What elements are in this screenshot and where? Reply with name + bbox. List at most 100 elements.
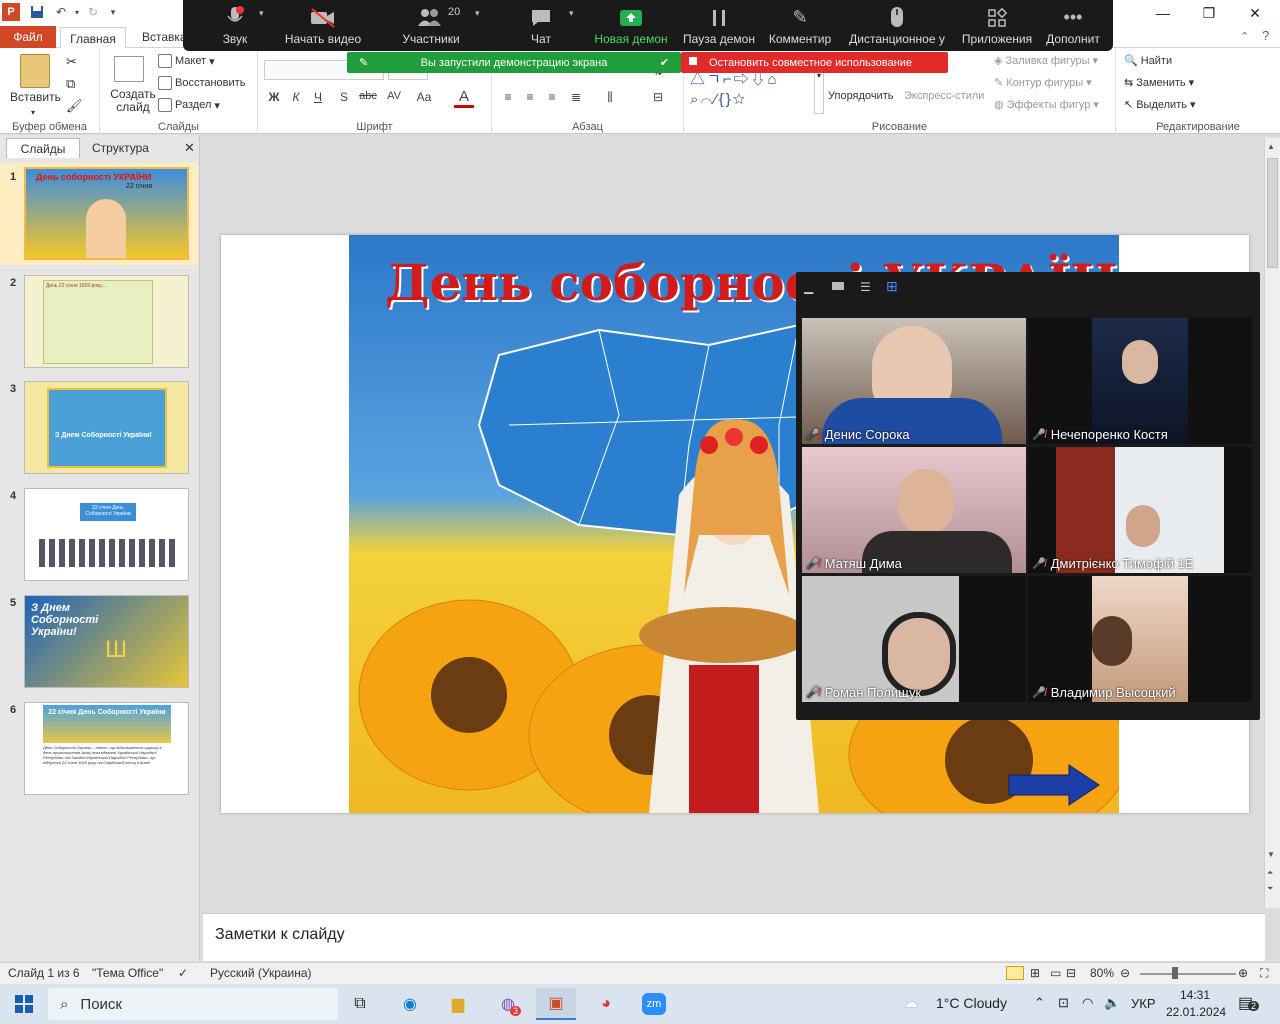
chat-options-icon[interactable]: ▾ [569, 8, 574, 19]
participant-tile[interactable]: 🎤̸ Нечепоренко Костя [1028, 318, 1252, 444]
reset-button[interactable]: Восстановить [158, 76, 245, 90]
speaker-view-icon[interactable] [832, 282, 844, 290]
slide-thumbnail-6[interactable]: 6 22 січня День Соборності України День … [0, 700, 198, 798]
new-slide-icon[interactable] [114, 56, 144, 82]
close-pane-icon[interactable]: ✕ [176, 138, 203, 158]
network-icon[interactable]: ⊡ [1058, 995, 1069, 1011]
pause-share-button[interactable]: Пауза демон [681, 4, 757, 50]
apps-button[interactable]: Приложения [959, 4, 1035, 50]
find-button[interactable]: 🔍 Найти [1124, 54, 1172, 68]
slide-thumbnail-5[interactable]: 5 З Днем Соборності України! Ш [0, 593, 198, 691]
zoom-out-icon[interactable]: ⊖ [1120, 966, 1130, 980]
save-icon[interactable] [28, 3, 46, 21]
tab-file[interactable]: Файл [0, 26, 56, 48]
participant-tile[interactable]: 🎤̸ Роман Полищук [802, 576, 1026, 702]
reading-view-icon[interactable]: ▭ [1050, 966, 1061, 980]
minimize-gallery-icon[interactable]: ▁ [804, 280, 813, 294]
slide-sorter-icon[interactable]: ⊞ [1030, 966, 1040, 980]
align-center-icon[interactable]: ≡ [520, 90, 540, 104]
redo-icon[interactable]: ↻ [84, 3, 102, 21]
close-button[interactable]: ✕ [1232, 0, 1278, 26]
zoom-video-gallery[interactable]: ▁ ☰ ⊞ 🎤̸ Денис Сорока 🎤̸ Нечепоренко Костя… [796, 272, 1260, 720]
collapse-ribbon-icon[interactable]: ⌃ [1240, 30, 1249, 43]
customize-qat-icon[interactable]: ▾ [104, 3, 122, 21]
weather-text[interactable]: 1°C Cloudy [936, 995, 1007, 1011]
chrome-icon[interactable]: ◕ [586, 988, 626, 1020]
shape-fill-button[interactable]: ◈ Заливка фигуры ▾ [994, 54, 1098, 68]
zoom-app-icon[interactable]: zm [634, 988, 674, 1020]
clock-time[interactable]: 14:31 [1180, 988, 1210, 1002]
char-spacing-button[interactable]: AV [384, 90, 404, 102]
annotate-button[interactable]: ✎ Комментир [767, 4, 833, 50]
show-hidden-icons-icon[interactable]: ⌃ [1034, 995, 1045, 1011]
justify-icon[interactable]: ≣ [566, 90, 586, 104]
slide-thumbnail-1[interactable]: 1 День соборності УКРАЇНИ 22 січня [0, 163, 198, 265]
italic-button[interactable]: К [286, 90, 306, 104]
notes-pane[interactable]: Заметки к слайду [203, 913, 1265, 961]
change-case-button[interactable]: Aa [414, 90, 434, 104]
keyboard-language[interactable]: УКР [1131, 996, 1156, 1011]
zoom-level[interactable]: 80% [1090, 966, 1114, 980]
powerpoint-taskbar-icon[interactable]: ▣ [536, 988, 576, 1020]
slideshow-icon[interactable]: ⊟ [1066, 966, 1076, 980]
section-button[interactable]: Раздел ▾ [158, 98, 220, 112]
audio-button[interactable]: Звук [215, 4, 255, 50]
task-view-icon[interactable]: ⧉ [340, 988, 380, 1020]
scroll-down-icon[interactable]: ▼ [1267, 850, 1275, 859]
normal-view-icon[interactable] [1006, 966, 1024, 980]
quick-styles-button[interactable]: Экспресс-стили [904, 90, 984, 102]
align-right-icon[interactable]: ≡ [542, 90, 562, 104]
taskbar-search-box[interactable]: ⌕ Поиск [48, 988, 338, 1020]
replace-button[interactable]: ⇆ Заменить ▾ [1124, 76, 1194, 90]
zoom-slider[interactable] [1140, 973, 1236, 975]
slide-thumbnail-4[interactable]: 4 22 січня День Соборності України [0, 486, 198, 584]
align-left-icon[interactable]: ≡ [498, 90, 518, 104]
clock-date[interactable]: 22.01.2024 [1166, 1005, 1226, 1019]
paste-dropdown-icon[interactable]: ▾ [31, 108, 35, 117]
copy-icon[interactable]: ⧉ [66, 76, 75, 92]
select-button[interactable]: ↖ Выделить ▾ [1124, 98, 1196, 112]
more-button[interactable]: ••• Дополнит [1041, 4, 1105, 50]
participant-tile[interactable]: 🎤̸ Матяш Дима [802, 447, 1026, 573]
participant-tile[interactable]: 🎤̸ Денис Сорока [802, 318, 1026, 444]
participant-tile[interactable]: 🎤̸ Владимир Высоцкий [1028, 576, 1252, 702]
viber-icon[interactable]: ◍ 3 [488, 988, 528, 1020]
align-text-icon[interactable]: ⊟ [648, 90, 668, 104]
tab-home[interactable]: Главная [60, 27, 126, 49]
zoom-in-icon[interactable]: ⊕ [1238, 966, 1248, 980]
zoom-slider-thumb[interactable] [1172, 967, 1178, 979]
file-explorer-icon[interactable]: ▆ [438, 988, 478, 1020]
layout-button[interactable]: Макет ▾ [158, 54, 215, 68]
font-color-button[interactable]: A [454, 88, 474, 108]
tab-outline[interactable]: Структура [84, 138, 157, 158]
start-video-button[interactable]: Начать видео [283, 4, 363, 50]
new-share-button[interactable]: Новая демон [591, 4, 671, 50]
gallery-view-icon[interactable]: ⊞ [886, 278, 898, 295]
volume-icon[interactable]: 🔈 [1104, 995, 1120, 1011]
vertical-scrollbar[interactable]: ▲ ▼ ⏶ ⏷ [1264, 138, 1280, 908]
start-button[interactable] [4, 988, 44, 1020]
shapes-gallery-more-icon[interactable]: ▾ [814, 70, 824, 114]
spellcheck-icon[interactable]: ✓ [178, 966, 188, 980]
audio-options-icon[interactable]: ▾ [259, 8, 264, 19]
paste-icon[interactable] [20, 54, 50, 88]
shape-outline-button[interactable]: ✎ Контур фигуры ▾ [994, 76, 1092, 90]
help-icon[interactable]: ? [1262, 28, 1269, 43]
cut-icon[interactable]: ✂ [66, 54, 77, 70]
scroll-thumb[interactable] [1267, 158, 1278, 268]
previous-slide-icon[interactable]: ⏶ [1267, 868, 1273, 878]
shapes-gallery[interactable]: △ㄱ⌐⇨⇩⌂ ⌕⌒∕{}☆ [690, 70, 814, 114]
bold-button[interactable]: Ж [264, 90, 284, 104]
fit-to-window-icon[interactable]: ⛶ [1260, 966, 1268, 981]
remote-control-button[interactable]: Дистанционное у [847, 4, 947, 50]
stop-share-button[interactable]: Остановить совместное использование [681, 52, 948, 73]
paste-button[interactable]: Вставить [10, 90, 61, 104]
notifications-icon[interactable]: ▤ 2 [1238, 993, 1260, 1013]
new-slide-button[interactable]: Создать слайд [110, 88, 156, 114]
tab-slides[interactable]: Слайды [6, 138, 80, 158]
participants-options-icon[interactable]: ▾ [475, 8, 480, 19]
next-slide-icon[interactable]: ⏷ [1267, 884, 1273, 894]
arrange-button[interactable]: Упорядочить [828, 90, 893, 102]
edge-icon[interactable]: ◉ [390, 988, 430, 1020]
slide-thumbnail-2[interactable]: 2 День 22 січня 1919 року... [0, 273, 198, 371]
